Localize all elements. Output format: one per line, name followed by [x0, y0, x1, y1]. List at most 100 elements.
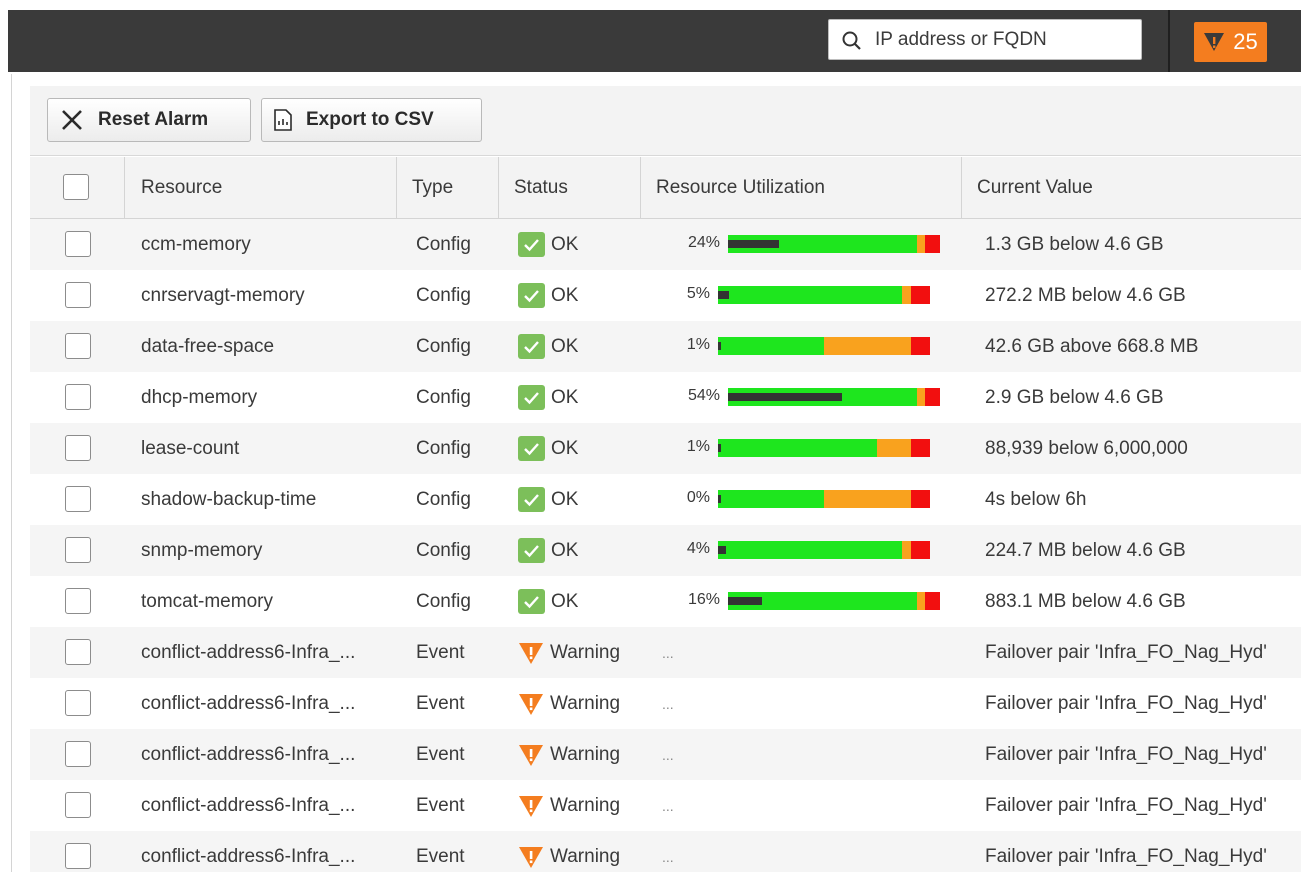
resource-type: Config	[416, 233, 471, 255]
table-row[interactable]: conflict-address6-Infra_... Event Warnin…	[30, 678, 1301, 729]
alarm-warning-icon	[1204, 33, 1225, 51]
warning-icon	[519, 795, 543, 817]
resource-type: Config	[416, 284, 471, 306]
status-label: OK	[551, 386, 579, 408]
resource-name: conflict-address6-Infra_...	[141, 743, 356, 765]
bar-critical-segment	[925, 592, 940, 610]
status-label: Warning	[550, 692, 621, 714]
table-row[interactable]: lease-count Config OK 1% 88,939 below 6,…	[30, 423, 1301, 474]
table-row[interactable]: shadow-backup-time Config OK 0% 4s below…	[30, 474, 1301, 525]
row-checkbox[interactable]	[65, 282, 91, 308]
current-value: Failover pair 'Infra_FO_Nag_Hyd'	[985, 743, 1267, 765]
status-label: OK	[551, 590, 579, 612]
export-csv-button[interactable]: Export to CSV	[261, 98, 482, 142]
bar-used-indicator	[718, 444, 722, 452]
row-checkbox[interactable]	[65, 792, 91, 818]
current-value: Failover pair 'Infra_FO_Nag_Hyd'	[985, 692, 1267, 714]
resource-type: Event	[416, 692, 465, 714]
row-checkbox[interactable]	[65, 384, 91, 410]
bar-warning-segment	[824, 490, 911, 508]
header-divider	[1168, 10, 1170, 72]
status-label: OK	[551, 335, 579, 357]
bar-normal-segment	[718, 337, 824, 355]
status-label: Warning	[550, 845, 621, 867]
row-checkbox[interactable]	[65, 486, 91, 512]
row-checkbox[interactable]	[65, 231, 91, 257]
ok-check-icon	[518, 538, 545, 563]
table-row[interactable]: conflict-address6-Infra_... Event Warnin…	[30, 831, 1301, 872]
utilization-bar	[718, 286, 930, 304]
current-value: 88,939 below 6,000,000	[985, 437, 1188, 459]
status-label: OK	[551, 539, 579, 561]
top-header: 25	[0, 0, 1301, 74]
resource-type: Config	[416, 437, 471, 459]
utilization-empty: ...	[662, 644, 674, 661]
search-box[interactable]	[828, 19, 1142, 60]
resource-name: conflict-address6-Infra_...	[141, 692, 356, 714]
reset-alarm-button[interactable]: Reset Alarm	[47, 98, 251, 142]
row-checkbox[interactable]	[65, 741, 91, 767]
utilization-percent: 5%	[686, 285, 710, 302]
row-checkbox[interactable]	[65, 639, 91, 665]
column-separator	[961, 157, 962, 219]
status-cell: Warning	[518, 729, 620, 780]
row-checkbox[interactable]	[65, 588, 91, 614]
alarms-table: Resource Type Status Resource Utilizatio…	[30, 157, 1301, 872]
status-label: OK	[551, 437, 579, 459]
resource-type: Event	[416, 794, 465, 816]
select-all-checkbox[interactable]	[63, 174, 89, 200]
bar-normal-segment	[718, 439, 877, 457]
utilization-bar	[718, 439, 930, 457]
bar-warning-segment	[902, 541, 911, 559]
row-checkbox[interactable]	[65, 333, 91, 359]
bar-used-indicator	[728, 240, 779, 248]
resource-name: cnrservagt-memory	[141, 284, 305, 306]
ok-check-icon	[518, 232, 545, 257]
bar-warning-segment	[877, 439, 911, 457]
table-row[interactable]: conflict-address6-Infra_... Event Warnin…	[30, 780, 1301, 831]
resource-type: Config	[416, 488, 471, 510]
bar-critical-segment	[910, 439, 930, 457]
alarm-count-button[interactable]: 25	[1194, 22, 1267, 62]
current-value: 4s below 6h	[985, 488, 1087, 510]
bar-critical-segment	[910, 541, 930, 559]
table-row[interactable]: data-free-space Config OK 1% 42.6 GB abo…	[30, 321, 1301, 372]
table-row[interactable]: conflict-address6-Infra_... Event Warnin…	[30, 729, 1301, 780]
utilization-percent: 1%	[686, 336, 710, 353]
search-input[interactable]	[875, 26, 1135, 54]
row-checkbox[interactable]	[65, 537, 91, 563]
current-value: 224.7 MB below 4.6 GB	[985, 539, 1186, 561]
column-header-type[interactable]: Type	[412, 157, 453, 219]
bar-critical-segment	[910, 490, 930, 508]
status-cell: OK	[518, 474, 578, 525]
status-label: OK	[551, 284, 579, 306]
status-cell: Warning	[518, 678, 620, 729]
column-header-utilization[interactable]: Resource Utilization	[656, 157, 825, 219]
table-row[interactable]: tomcat-memory Config OK 16% 883.1 MB bel…	[30, 576, 1301, 627]
current-value: Failover pair 'Infra_FO_Nag_Hyd'	[985, 794, 1267, 816]
column-header-status[interactable]: Status	[514, 157, 568, 219]
row-checkbox[interactable]	[65, 690, 91, 716]
utilization-percent: 54%	[687, 387, 720, 404]
utilization-bar	[728, 235, 940, 253]
resource-name: conflict-address6-Infra_...	[141, 794, 356, 816]
utilization-bar	[718, 490, 930, 508]
resource-type: Event	[416, 641, 465, 663]
current-value: Failover pair 'Infra_FO_Nag_Hyd'	[985, 845, 1267, 867]
table-row[interactable]: conflict-address6-Infra_... Event Warnin…	[30, 627, 1301, 678]
status-label: Warning	[550, 794, 621, 816]
table-row[interactable]: cnrservagt-memory Config OK 5% 272.2 MB …	[30, 270, 1301, 321]
search-icon	[842, 31, 861, 50]
status-cell: OK	[518, 270, 578, 321]
resource-name: lease-count	[141, 437, 240, 459]
column-header-resource[interactable]: Resource	[141, 157, 222, 219]
column-header-current-value[interactable]: Current Value	[977, 157, 1093, 219]
row-checkbox[interactable]	[65, 435, 91, 461]
utilization-percent: 0%	[686, 489, 710, 506]
column-separator	[396, 157, 397, 219]
table-row[interactable]: dhcp-memory Config OK 54% 2.9 GB below 4…	[30, 372, 1301, 423]
table-row[interactable]: ccm-memory Config OK 24% 1.3 GB below 4.…	[30, 219, 1301, 270]
row-checkbox[interactable]	[65, 843, 91, 869]
resource-type: Config	[416, 590, 471, 612]
table-row[interactable]: snmp-memory Config OK 4% 224.7 MB below …	[30, 525, 1301, 576]
